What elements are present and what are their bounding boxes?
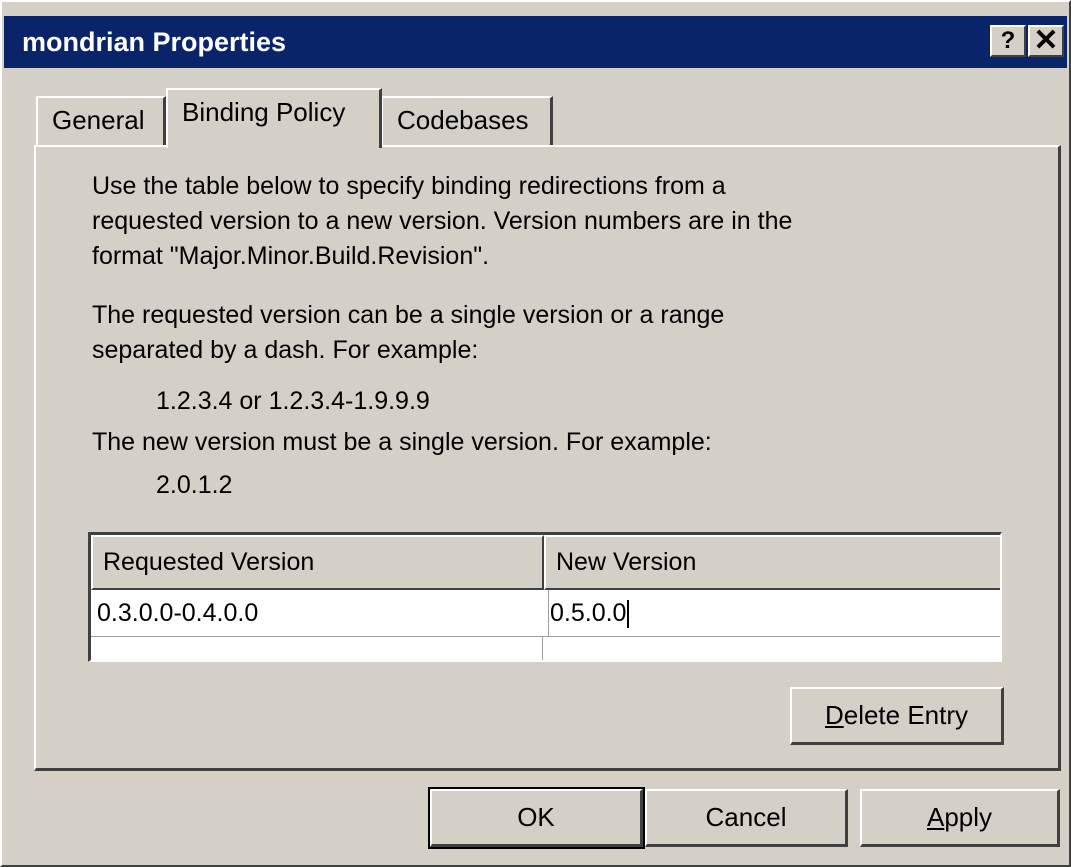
column-divider	[542, 637, 543, 660]
apply-label: pply	[944, 802, 993, 832]
apply-hotkey: A	[926, 802, 945, 832]
requested-text-line-2: separated by a dash. For example:	[92, 336, 479, 364]
intro-text-line-1: Use the table below to specify binding r…	[92, 172, 726, 200]
cancel-button[interactable]: Cancel	[645, 789, 848, 847]
delete-entry-hotkey: D	[824, 700, 844, 730]
delete-entry-label: elete Entry	[843, 700, 969, 730]
properties-dialog: mondrian Properties ? ✕ General Codebase…	[0, 0, 1071, 867]
new-version-text: The new version must be a single version…	[92, 428, 712, 456]
column-header-new-version[interactable]: New Version	[544, 535, 1000, 590]
table-row[interactable]: 0.3.0.0-0.4.0.0 0.5.0.0	[91, 590, 1000, 637]
requested-version-cell[interactable]: 0.3.0.0-0.4.0.0	[91, 590, 549, 636]
intro-text-line-3: format "Major.Minor.Build.Revision".	[92, 242, 490, 270]
column-header-requested-version[interactable]: Requested Version	[91, 535, 544, 590]
new-example: 2.0.1.2	[156, 471, 233, 499]
title-bar: mondrian Properties ? ✕	[4, 16, 1067, 68]
ok-button[interactable]: OK	[428, 787, 645, 849]
requested-text-line-1: The requested version can be a single ve…	[92, 301, 725, 329]
apply-button[interactable]: Apply	[860, 789, 1060, 847]
new-version-cell-text: 0.5.0.0	[550, 599, 627, 627]
binding-table[interactable]: Requested Version New Version 0.3.0.0-0.…	[88, 532, 1002, 662]
tab-binding-policy[interactable]: Binding Policy	[166, 88, 382, 148]
close-button[interactable]: ✕	[1028, 25, 1064, 57]
tab-panel-binding-policy	[34, 145, 1061, 771]
requested-example: 1.2.3.4 or 1.2.3.4-1.9.9.9	[156, 387, 430, 415]
intro-text-line-2: requested version to a new version. Vers…	[92, 207, 793, 235]
help-button[interactable]: ?	[990, 25, 1026, 57]
tab-general[interactable]: General	[36, 96, 166, 146]
text-cursor	[627, 600, 630, 629]
new-version-cell[interactable]: 0.5.0.0	[544, 590, 1000, 636]
delete-entry-button[interactable]: Delete Entry	[790, 687, 1004, 745]
table-row-empty[interactable]	[91, 637, 1000, 660]
tab-codebases[interactable]: Codebases	[381, 96, 553, 146]
window-title: mondrian Properties	[22, 27, 287, 57]
